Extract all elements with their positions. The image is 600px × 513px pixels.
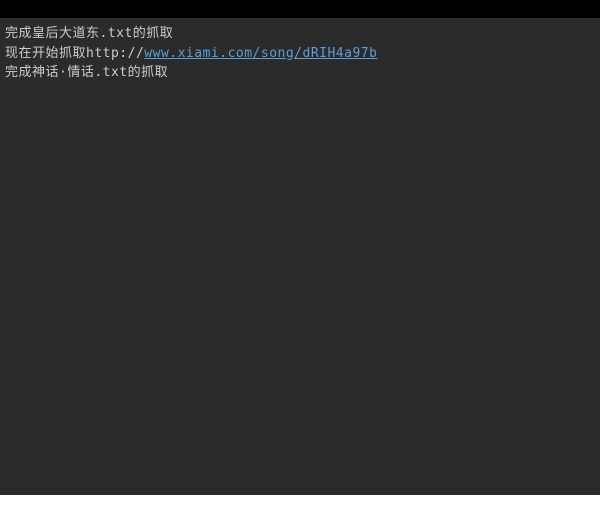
- terminal-text: 完成皇后大道东.txt的抓取: [5, 26, 173, 41]
- terminal-text: 完成神话·情话.txt的抓取: [5, 65, 168, 80]
- terminal-line: 完成神话·情话.txt的抓取: [5, 63, 595, 83]
- terminal-text: 现在开始抓取http://: [5, 46, 144, 61]
- terminal-line: 现在开始抓取http://www.xiami.com/song/dRIH4a97…: [5, 44, 595, 64]
- terminal-link[interactable]: www.xiami.com/song/dRIH4a97b: [144, 46, 377, 61]
- terminal-output: 完成皇后大道东.txt的抓取 现在开始抓取http://www.xiami.co…: [0, 18, 600, 495]
- terminal-line: 完成皇后大道东.txt的抓取: [5, 24, 595, 44]
- terminal-footer-bar: [0, 495, 600, 513]
- terminal-header-bar: [0, 0, 600, 18]
